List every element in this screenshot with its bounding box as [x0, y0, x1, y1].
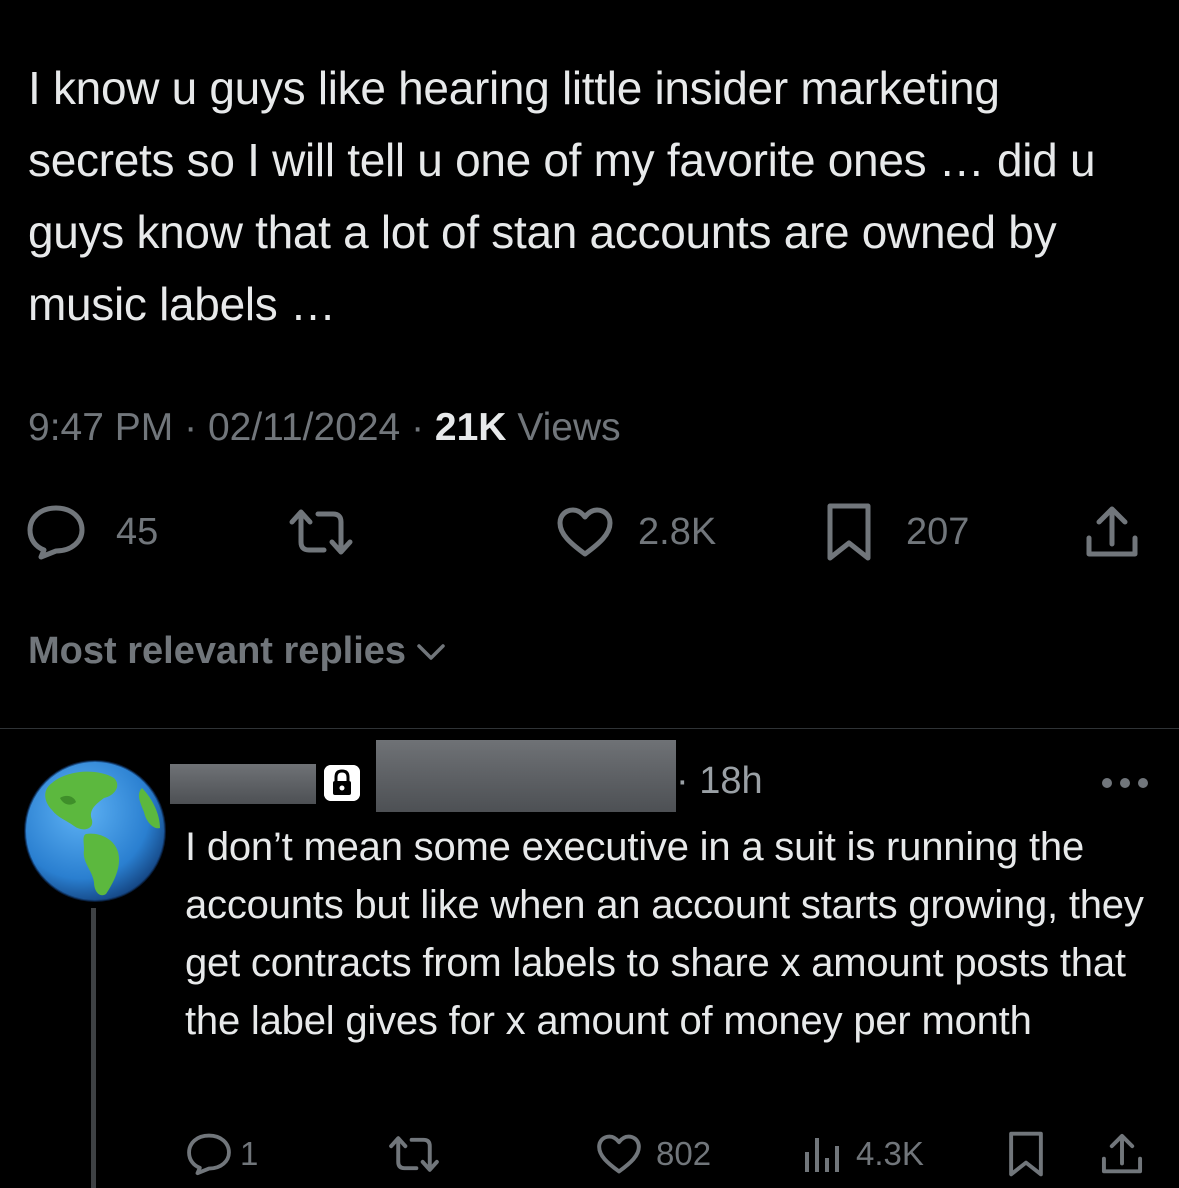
reply-timestamp[interactable]: · 18h	[676, 760, 763, 803]
views-bar-icon	[805, 1138, 839, 1172]
retweet-button[interactable]	[288, 500, 354, 564]
bookmark-button[interactable]: 207	[826, 500, 969, 564]
views-count[interactable]: 21K	[435, 406, 507, 449]
share-button[interactable]	[1084, 500, 1140, 564]
reply-views-button[interactable]: 4.3K	[802, 1126, 924, 1182]
reply-reply-count: 1	[240, 1135, 259, 1172]
bookmark-icon	[1009, 1131, 1043, 1177]
share-icon	[1086, 506, 1138, 557]
lock-icon	[324, 765, 360, 801]
reply-bookmark-button[interactable]	[1008, 1126, 1044, 1182]
reply-text: I don’t mean some executive in a suit is…	[185, 825, 1144, 1043]
chevron-down-icon	[417, 643, 445, 660]
reply-retweet-button[interactable]	[388, 1126, 440, 1182]
meta-separator: ·	[411, 406, 425, 449]
reply-views-count: 4.3K	[856, 1135, 924, 1172]
views-label[interactable]: Views	[517, 406, 620, 449]
like-button[interactable]: 2.8K	[556, 500, 716, 564]
reply-share-button[interactable]	[1100, 1126, 1144, 1182]
more-dots-icon[interactable]	[1100, 776, 1150, 790]
tweet-meta: 9:47 PM · 02/11/2024 · 21K Views	[28, 406, 621, 450]
like-count: 2.8K	[638, 510, 717, 553]
share-icon	[1101, 1133, 1143, 1174]
replies-sort-label: Most relevant replies	[28, 630, 407, 672]
heart-icon	[557, 507, 613, 557]
bookmark-icon	[827, 503, 871, 561]
bookmark-count: 207	[906, 510, 970, 553]
tweet-time[interactable]: 9:47 PM	[28, 406, 173, 449]
globe-avatar[interactable]	[22, 758, 168, 904]
reply-like-button[interactable]: 802	[596, 1126, 711, 1182]
tweet-date[interactable]: 02/11/2024	[208, 406, 400, 449]
tweet-action-bar: 45 2.8K 207	[0, 500, 1179, 564]
heart-icon	[597, 1134, 641, 1174]
meta-separator: ·	[184, 406, 198, 449]
reply-action-bar: 1 802 4.3K	[0, 1126, 1179, 1182]
tweet-text: I know u guys like hearing little inside…	[28, 62, 1096, 330]
reply-reply-button[interactable]: 1	[186, 1126, 258, 1182]
reply-bubble-icon	[27, 505, 85, 560]
reply-bubble-icon	[187, 1133, 231, 1176]
retweet-icon	[389, 1136, 439, 1172]
reply-count: 45	[116, 510, 159, 553]
redacted-display-name	[170, 764, 316, 804]
retweet-icon	[289, 509, 353, 555]
divider	[0, 728, 1179, 729]
replies-sort-dropdown[interactable]: Most relevant replies	[28, 630, 446, 673]
reply-like-count: 802	[656, 1135, 712, 1172]
reply-button[interactable]: 45	[26, 500, 158, 564]
redacted-username	[376, 740, 676, 812]
